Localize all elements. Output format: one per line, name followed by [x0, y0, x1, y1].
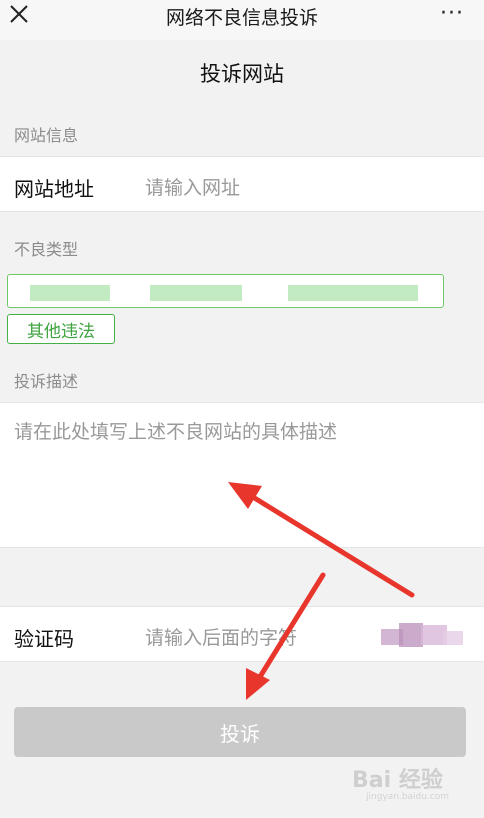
site-url-label: 网站地址 [14, 177, 94, 201]
bad-type-options[interactable] [7, 274, 444, 308]
description-section-label: 投诉描述 [14, 372, 79, 391]
captcha-input[interactable]: 请输入后面的字符 [145, 623, 297, 650]
site-url-row: 网站地址 请输入网址 [0, 156, 484, 212]
bad-type-section-label: 不良类型 [14, 240, 79, 259]
site-info-section-label: 网站信息 [14, 126, 79, 145]
captcha-row: 验证码 请输入后面的字符 [0, 606, 484, 662]
description-placeholder: 请在此处填写上述不良网站的具体描述 [14, 421, 338, 443]
captcha-label: 验证码 [14, 627, 74, 651]
watermark-logo: Bai 经验 [352, 768, 443, 793]
top-bar: 网络不良信息投诉 ··· [0, 0, 484, 40]
captcha-image[interactable] [361, 621, 466, 651]
window-title: 网络不良信息投诉 [165, 6, 318, 29]
submit-button[interactable]: 投诉 [14, 707, 466, 757]
baidu-jingyan-watermark: Bai 经验 jingyan.baidu.com [352, 762, 470, 806]
page-title: 投诉网站 [200, 62, 284, 86]
site-url-input[interactable]: 请输入网址 [145, 173, 240, 200]
more-menu-icon[interactable]: ··· [440, 1, 464, 26]
watermark-url: jingyan.baidu.com [366, 792, 450, 802]
bad-type-tag-other-illegal[interactable]: 其他违法 [7, 314, 115, 344]
close-icon[interactable] [8, 3, 30, 25]
description-textarea[interactable]: 请在此处填写上述不良网站的具体描述 [0, 402, 484, 548]
